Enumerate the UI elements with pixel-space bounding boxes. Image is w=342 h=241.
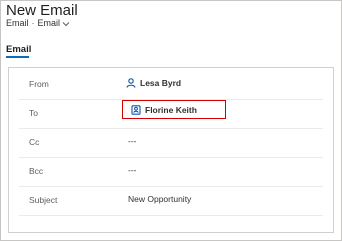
breadcrumb: Email · Email	[6, 18, 70, 29]
person-icon	[126, 78, 136, 88]
subject-row: Subject New Opportunity	[19, 186, 323, 216]
bcc-label: Bcc	[29, 166, 44, 176]
subject-label: Subject	[29, 195, 58, 205]
active-tab-indicator	[6, 56, 29, 58]
from-row: From Lesa Byrd	[19, 70, 323, 100]
from-label: From	[29, 79, 49, 89]
from-name: Lesa Byrd	[140, 78, 182, 88]
cc-value[interactable]: ---	[128, 136, 137, 146]
email-form-card: From Lesa Byrd To Florine Keith Cc --- B…	[8, 67, 334, 233]
entity-name: Email	[6, 18, 29, 28]
cc-row: Cc ---	[19, 128, 323, 158]
bcc-value[interactable]: ---	[128, 165, 137, 175]
breadcrumb-separator: ·	[31, 18, 35, 28]
bcc-row: Bcc ---	[19, 157, 323, 187]
form-selector[interactable]: Email	[38, 18, 71, 28]
to-name: Florine Keith	[145, 105, 197, 115]
form-name: Email	[37, 18, 61, 28]
contact-card-icon	[131, 105, 141, 115]
to-label: To	[29, 108, 38, 118]
page-title: New Email	[6, 2, 78, 19]
to-row: To Florine Keith	[19, 99, 323, 129]
cc-label: Cc	[29, 137, 40, 147]
from-lookup-value[interactable]: Lesa Byrd	[126, 78, 181, 88]
to-lookup-value[interactable]: Florine Keith	[131, 105, 197, 115]
subject-value[interactable]: New Opportunity	[128, 194, 191, 204]
chevron-down-icon	[62, 19, 70, 29]
tab-email[interactable]: Email	[6, 44, 31, 55]
